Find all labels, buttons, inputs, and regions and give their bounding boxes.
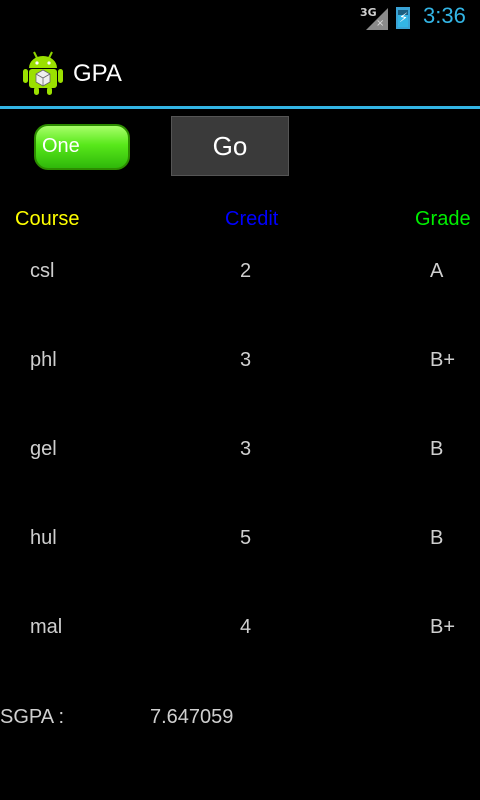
sgpa-value: 7.647059 (150, 706, 234, 728)
semester-spinner-value: One (42, 135, 80, 157)
charging-icon: ⚡ (399, 11, 409, 26)
credit-header: Credit (225, 208, 279, 230)
status-bar: 3G × ⚡ 3:36 (0, 0, 480, 38)
course-cell: phl (30, 349, 57, 371)
course-header: Course (15, 208, 80, 230)
sgpa-label: SGPA : (0, 706, 65, 728)
credit-cell: 3 (240, 438, 252, 460)
table-row: phl 3 B+ (0, 349, 480, 379)
table-row: mal 4 B+ (0, 616, 480, 646)
course-cell: gel (30, 438, 57, 460)
action-bar: GPA (0, 38, 480, 106)
table-row: gel 3 B (0, 438, 480, 468)
table-row: hul 5 B (0, 527, 480, 557)
grade-cell: A (430, 260, 444, 282)
table-row: csl 2 A (0, 260, 480, 290)
credit-cell: 3 (240, 349, 252, 371)
no-signal-icon: × (376, 18, 385, 29)
course-cell: csl (30, 260, 55, 282)
android-app-icon (23, 51, 63, 95)
grade-header: Grade (415, 208, 471, 230)
semester-spinner[interactable]: One (34, 124, 130, 170)
grade-cell: B+ (430, 616, 456, 638)
go-button[interactable]: Go (171, 116, 289, 176)
credit-cell: 4 (240, 616, 252, 638)
grade-cell: B (430, 438, 444, 460)
action-bar-divider (0, 106, 480, 109)
app-title: GPA (73, 60, 122, 87)
credit-cell: 2 (240, 260, 252, 282)
battery-icon: ⚡ (396, 7, 410, 29)
course-cell: mal (30, 616, 63, 638)
course-cell: hul (30, 527, 57, 549)
status-clock: 3:36 (423, 3, 466, 28)
grade-cell: B+ (430, 349, 456, 371)
credit-cell: 5 (240, 527, 252, 549)
grade-cell: B (430, 527, 444, 549)
